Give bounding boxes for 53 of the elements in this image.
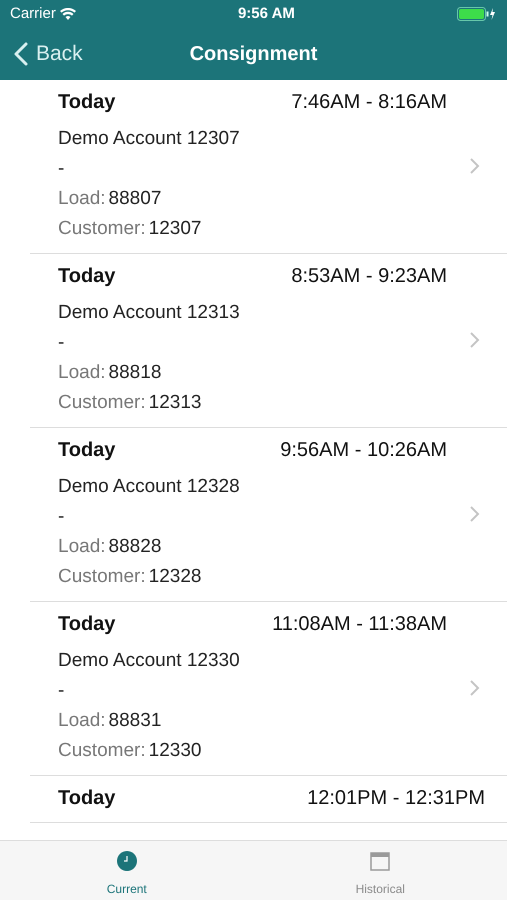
customer-label: Customer: — [58, 739, 146, 763]
customer-value: 12307 — [148, 217, 202, 241]
day-label: Today — [58, 90, 116, 115]
consignment-row[interactable]: Today 11:08AM - 11:38AM Demo Account 12330 - Load:88831 Customer:12330 — [30, 602, 507, 776]
consignment-row[interactable]: Today 8:53AM - 9:23AM Demo Account 12313 - Load:88818 Customer:12313 — [30, 254, 507, 428]
calendar-icon — [369, 850, 392, 872]
note-text: - — [58, 505, 66, 529]
customer-value: 12313 — [148, 391, 202, 415]
back-button[interactable]: Back — [0, 28, 87, 80]
wifi-icon — [60, 8, 76, 20]
load-label: Load: — [58, 535, 106, 559]
day-label: Today — [58, 612, 116, 637]
time-window: 11:08AM - 11:38AM — [272, 609, 447, 639]
load-value: 88807 — [108, 187, 162, 211]
customer-value: 12328 — [148, 565, 202, 589]
note-text: - — [58, 157, 66, 181]
load-value: 88818 — [108, 361, 162, 385]
customer-label: Customer: — [58, 217, 146, 241]
note-text: - — [58, 331, 66, 355]
consignment-row[interactable]: Today 12:01PM - 12:31PM — [30, 776, 507, 823]
battery-icon — [457, 7, 497, 21]
account-name: Demo Account 12307 — [58, 127, 241, 151]
load-label: Load: — [58, 709, 106, 733]
chevron-icon — [469, 504, 481, 522]
day-label: Today — [58, 786, 116, 811]
load-value: 88831 — [108, 709, 162, 733]
screen-title: Consignment — [190, 43, 318, 65]
note-text: - — [58, 679, 66, 703]
time-window: 8:53AM - 9:23AM — [291, 261, 447, 291]
load-label: Load: — [58, 187, 106, 211]
consignment-row[interactable]: Today 7:46AM - 8:16AM Demo Account 12307 - Load:88807 Customer:12307 — [30, 80, 507, 254]
time-window: 9:56AM - 10:26AM — [280, 435, 447, 465]
consignment-row[interactable]: Today 9:56AM - 10:26AM Demo Account 12328 - Load:88828 Customer:12328 — [30, 428, 507, 602]
time-window: 7:46AM - 8:16AM — [291, 87, 447, 117]
load-value: 88828 — [108, 535, 162, 559]
account-name: Demo Account 12328 — [58, 475, 241, 499]
chevron-icon — [469, 156, 481, 174]
status-time: 9:56 AM — [238, 4, 295, 24]
back-chevron-icon — [14, 42, 28, 66]
day-label: Today — [58, 438, 116, 463]
chevron-icon — [469, 330, 481, 348]
customer-label: Customer: — [58, 565, 146, 589]
chevron-icon — [469, 678, 481, 696]
account-name: Demo Account 12330 — [58, 649, 241, 673]
load-label: Load: — [58, 361, 106, 385]
account-name: Demo Account 12313 — [58, 301, 241, 325]
time-window: 12:01PM - 12:31PM — [307, 783, 485, 813]
clock-icon — [116, 850, 138, 872]
day-label: Today — [58, 264, 116, 289]
carrier-label: Carrier — [10, 4, 56, 24]
tab-button[interactable]: Current — [0, 841, 254, 900]
customer-label: Customer: — [58, 391, 146, 415]
customer-value: 12330 — [148, 739, 202, 763]
